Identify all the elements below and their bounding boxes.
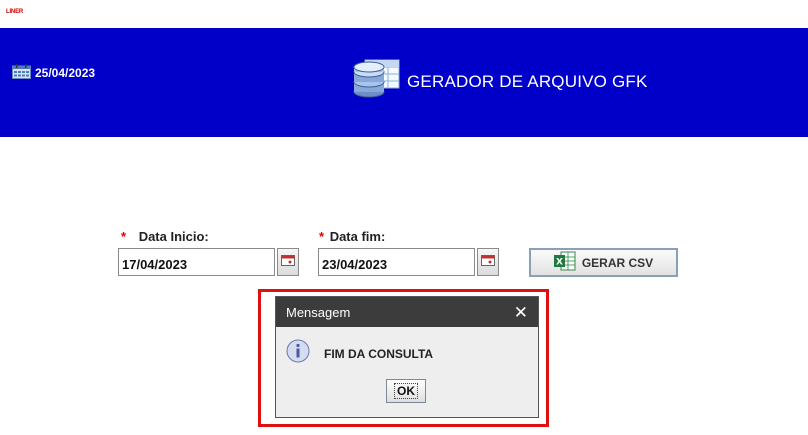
header-banner: 25/04/2023 GERADOR DE ARQUIVO GFK (0, 28, 808, 137)
app-title: GERADOR DE ARQUIVO GFK (353, 58, 648, 105)
info-icon (286, 339, 310, 368)
current-date-text: 25/04/2023 (35, 66, 96, 80)
database-icon (353, 58, 401, 105)
brand-logo: LINER (6, 9, 24, 15)
end-date-label: * Data fim: (319, 229, 385, 244)
start-date-label-text: Data Inicio: (138, 229, 209, 244)
start-date-label: * Data Inicio: (121, 229, 209, 244)
required-mark: * (121, 229, 127, 244)
calendar-picker-icon (481, 253, 495, 271)
ok-label: OK (394, 383, 418, 399)
end-date-field[interactable]: 23/04/2023 (318, 248, 475, 276)
dialog-message: FIM DA CONSULTA (324, 346, 434, 361)
generate-csv-button[interactable]: X GERAR CSV (529, 248, 678, 277)
end-date-picker-button[interactable] (477, 248, 499, 276)
required-mark: * (319, 229, 325, 244)
end-date-label-text: Data fim: (329, 229, 386, 244)
dialog-titlebar: Mensagem ✕ (276, 297, 538, 327)
start-date-field[interactable]: 17/04/2023 (118, 248, 275, 276)
svg-text:X: X (556, 258, 563, 268)
dialog-body: FIM DA CONSULTA (286, 339, 433, 368)
message-dialog: Mensagem ✕ FIM DA CONSULTA OK (275, 296, 539, 418)
close-icon[interactable]: ✕ (514, 304, 528, 321)
ok-button[interactable]: OK (386, 379, 426, 403)
calendar-picker-icon (281, 253, 295, 271)
generate-csv-label: GERAR CSV (581, 255, 654, 270)
calendar-icon (12, 64, 35, 82)
current-date: 25/04/2023 (12, 64, 95, 82)
excel-icon: X (553, 251, 582, 274)
start-date-picker-button[interactable] (277, 248, 299, 276)
dialog-title: Mensagem (286, 304, 351, 320)
app-title-text: GERADOR DE ARQUIVO GFK (407, 71, 648, 91)
